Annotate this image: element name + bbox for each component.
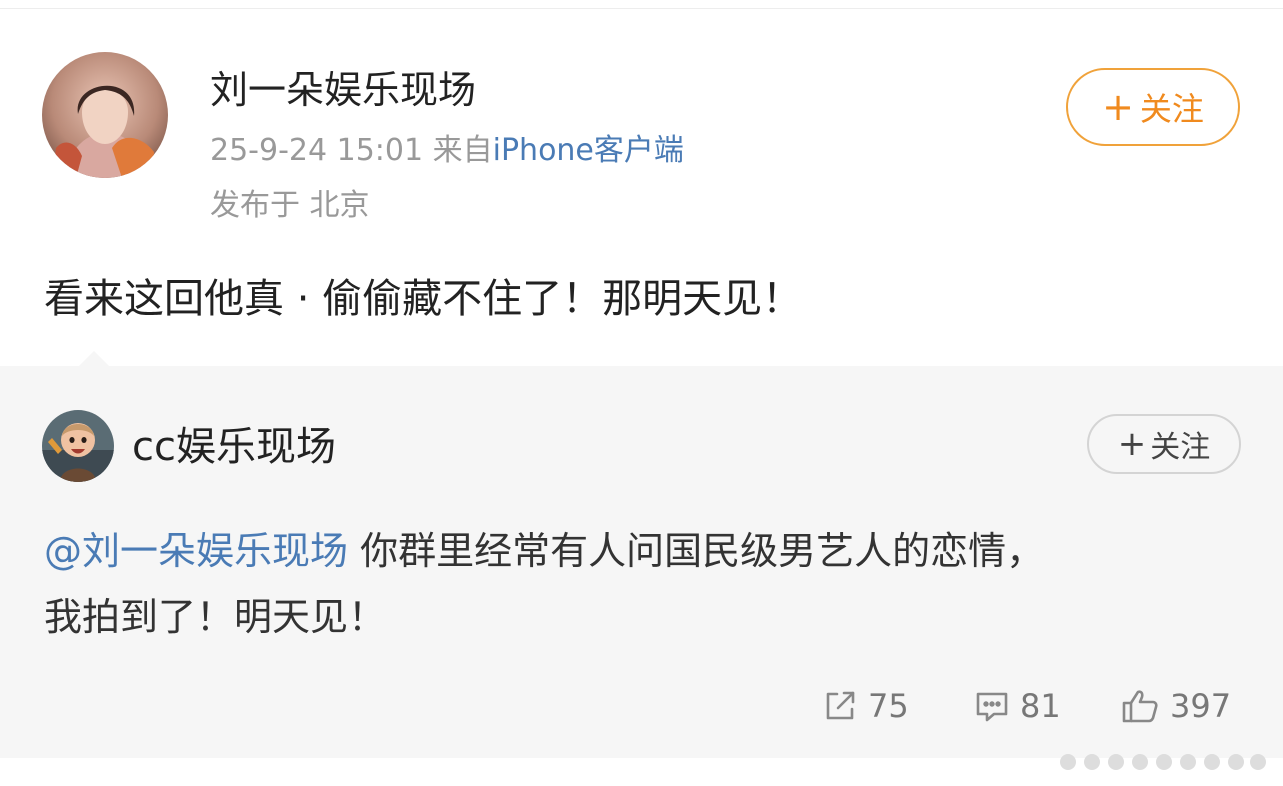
mention-link[interactable]: @刘一朵娱乐现场 [44,529,348,573]
repost-button[interactable]: 75 [822,684,909,728]
post-text: 看来这回他真 · 偷偷藏不住了！那明天见！ [44,276,803,322]
like-count: 397 [1170,687,1232,725]
like-button[interactable]: 397 [1120,684,1231,728]
quoted-text-line-2: 我拍到了！明天见！ [44,595,387,639]
plus-icon: + [1102,85,1134,129]
watermark-dots [1060,754,1266,770]
comment-count: 81 [1020,687,1061,725]
top-divider [0,8,1283,9]
plus-icon: + [1117,424,1147,464]
post-timestamp: 25-9-24 15:01 [210,133,424,168]
quoted-text-body: 你群里经常有人问国民级男艺人的恋情， [360,529,1045,573]
comment-button[interactable]: 81 [974,684,1061,728]
author-avatar[interactable] [42,52,168,178]
client-link[interactable]: iPhone客户端 [493,133,684,168]
quoted-text: @刘一朵娱乐现场 你群里经常有人问国民级男艺人的恋情， 我拍到了！明天见！ [44,518,1244,650]
quoted-follow-label: 关注 [1150,430,1211,465]
repost-icon [822,688,858,724]
follow-button[interactable]: + 关注 [1066,68,1240,146]
comment-icon [974,688,1010,724]
quoted-author-avatar[interactable] [42,410,114,482]
repost-count: 75 [868,687,909,725]
quoted-follow-button[interactable]: + 关注 [1087,414,1241,474]
post-meta: 25-9-24 15:01 来自iPhone客户端 [210,130,684,172]
quote-pointer [78,351,110,367]
author-name[interactable]: 刘一朵娱乐现场 [210,64,476,116]
quoted-author-name[interactable]: cc娱乐现场 [132,420,336,474]
quoted-text-line-1: @刘一朵娱乐现场 你群里经常有人问国民级男艺人的恋情， [44,518,1244,584]
follow-button-label: 关注 [1139,90,1204,128]
thumbs-up-icon [1120,688,1160,724]
post-location: 发布于 北京 [210,188,370,223]
source-prefix: 来自 [432,133,493,168]
